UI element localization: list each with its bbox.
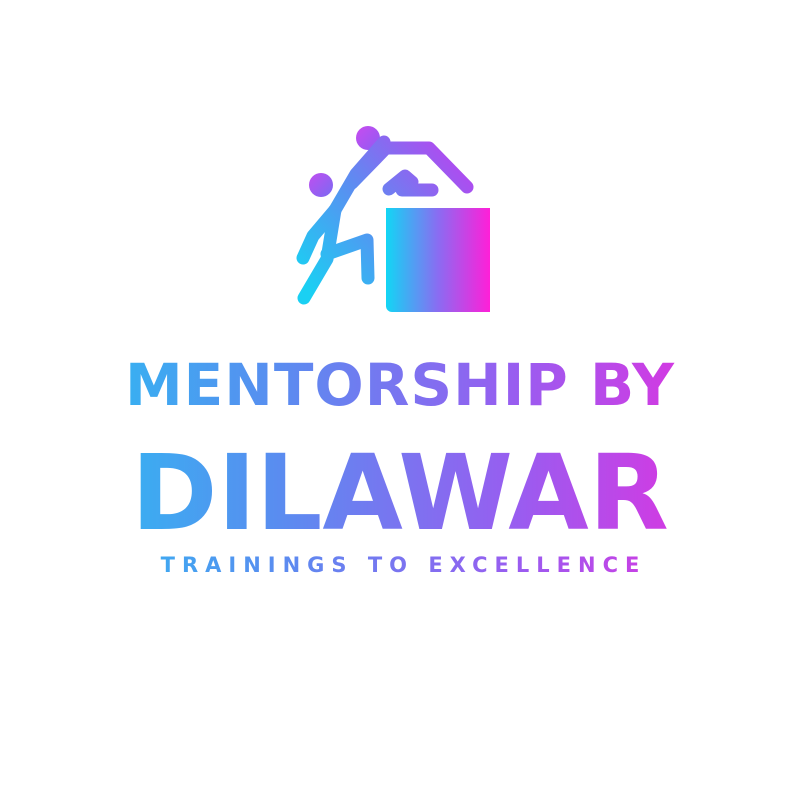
tagline: TRAININGS TO EXCELLENCE (0, 551, 800, 579)
title-line-2: DILAWAR (0, 437, 800, 549)
lower-climber-figure (296, 135, 391, 305)
box-shape (386, 208, 490, 312)
title-line-1: MENTORSHIP BY (0, 350, 800, 420)
logo-canvas: MENTORSHIP BY DILAWAR TRAININGS TO EXCEL… (0, 0, 800, 800)
